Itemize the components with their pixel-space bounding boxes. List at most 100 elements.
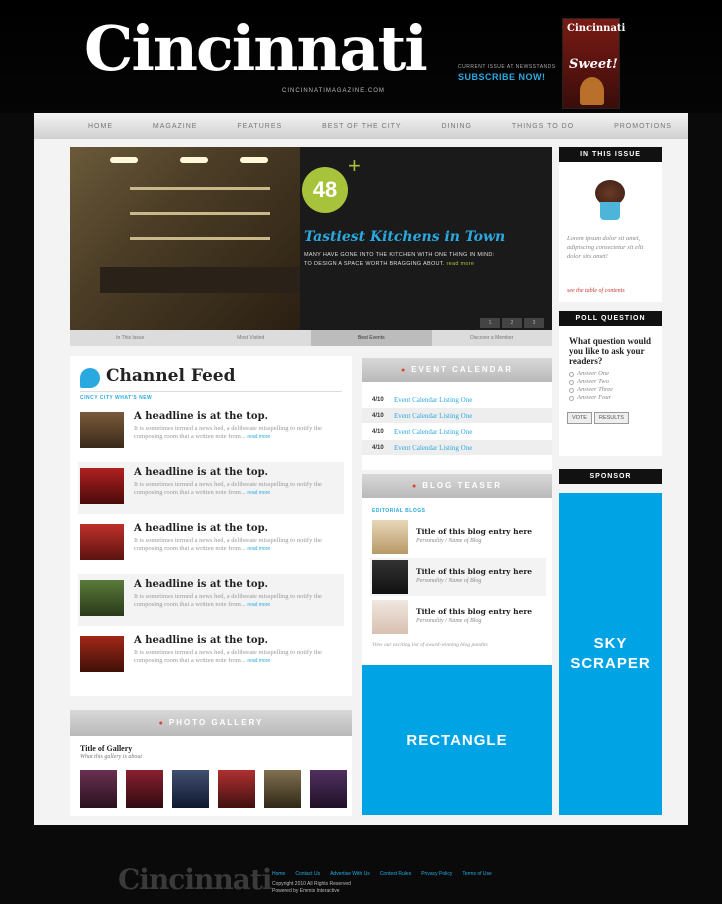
event-row[interactable]: 4/10 Event Calendar Listing One xyxy=(362,408,552,423)
event-link[interactable]: Event Calendar Listing One xyxy=(394,412,472,420)
nav-things-to-do[interactable]: THINGS TO DO xyxy=(512,123,574,130)
footer-link-home[interactable]: Home xyxy=(272,871,285,877)
poll-option[interactable]: Answer One xyxy=(569,370,613,378)
nav-home[interactable]: HOME xyxy=(88,123,113,130)
blog-footer-link[interactable]: View our exciting list of award-winning … xyxy=(372,642,488,648)
speech-bubble-icon xyxy=(80,368,100,388)
radio-icon[interactable] xyxy=(569,371,574,377)
feed-headline[interactable]: A headline is at the top. xyxy=(134,579,268,590)
nav-magazine[interactable]: MAGAZINE xyxy=(153,123,198,130)
feed-item[interactable]: A headline is at the top. It is sometime… xyxy=(78,574,344,626)
radio-icon[interactable] xyxy=(569,387,574,393)
footer-link-contact[interactable]: Contact Us xyxy=(295,871,320,877)
feed-headline[interactable]: A headline is at the top. xyxy=(134,635,268,646)
blog-item[interactable]: Title of this blog entry here Personalit… xyxy=(370,598,546,636)
hero-slideshow[interactable]: 48 + Tastiest Kitchens in Town MANY HAVE… xyxy=(70,147,552,330)
read-more-link[interactable]: read more xyxy=(247,658,270,664)
blog-title[interactable]: Title of this blog entry here xyxy=(416,527,532,536)
blog-subtitle[interactable]: EDITORIAL BLOGS xyxy=(372,508,425,514)
site-header: Cincinnati CINCINNATIMAGAZINE.COM CURREN… xyxy=(0,0,722,113)
rectangle-ad[interactable]: RECTANGLE xyxy=(362,665,552,815)
channel-feed-title: Channel Feed xyxy=(106,366,236,386)
event-link[interactable]: Event Calendar Listing One xyxy=(394,428,472,436)
in-this-issue-text: Lorem ipsum dolor sit amet, adipiscing c… xyxy=(567,235,644,260)
radio-icon[interactable] xyxy=(569,379,574,385)
event-link[interactable]: Event Calendar Listing One xyxy=(394,444,472,452)
blog-thumbnail[interactable] xyxy=(372,600,408,634)
footer-link-contest-rules[interactable]: Contest Rules xyxy=(380,871,411,877)
hero-tab-best-events[interactable]: Best Events xyxy=(311,330,432,346)
subscribe-link[interactable]: SUBSCRIBE NOW! xyxy=(458,72,546,82)
feed-thumbnail[interactable] xyxy=(80,468,124,504)
poll-option[interactable]: Answer Three xyxy=(569,386,613,394)
read-more-link[interactable]: read more xyxy=(247,490,270,496)
read-more-link[interactable]: read more xyxy=(247,602,270,608)
feed-item[interactable]: A headline is at the top. It is sometime… xyxy=(78,518,344,570)
channel-feed-subtitle[interactable]: CINCY CITY WHAT'S NEW xyxy=(80,395,152,401)
footer-link-advertise[interactable]: Advertise With Us xyxy=(330,871,370,877)
feed-item[interactable]: A headline is at the top. It is sometime… xyxy=(78,406,344,458)
nav-promotions[interactable]: PROMOTIONS xyxy=(614,123,672,130)
blog-thumbnail[interactable] xyxy=(372,560,408,594)
gallery-thumbnail[interactable] xyxy=(310,770,347,808)
event-row[interactable]: 4/10 Event Calendar Listing One xyxy=(362,424,552,439)
skyscraper-ad[interactable]: SKY SCRAPER xyxy=(559,493,662,815)
cover-headline: Sweet! xyxy=(569,57,618,72)
feed-headline[interactable]: A headline is at the top. xyxy=(134,467,268,478)
gallery-thumbnail[interactable] xyxy=(80,770,117,808)
gallery-thumbnail[interactable] xyxy=(172,770,209,808)
feed-thumbnail[interactable] xyxy=(80,580,124,616)
feed-item[interactable]: A headline is at the top. It is sometime… xyxy=(78,462,344,514)
footer-link-privacy[interactable]: Privacy Policy xyxy=(421,871,452,877)
hero-tab-most-visited[interactable]: Most Visited xyxy=(191,330,312,346)
site-url: CINCINNATIMAGAZINE.COM xyxy=(282,88,385,94)
hero-tab-discover-member[interactable]: Discover a Member xyxy=(432,330,553,346)
poll-option[interactable]: Answer Two xyxy=(569,378,613,386)
magazine-cover[interactable]: Cincinnati Sweet! xyxy=(562,18,625,109)
blog-item[interactable]: Title of this blog entry here Personalit… xyxy=(370,518,546,556)
gallery-title[interactable]: Title of Gallery xyxy=(80,744,132,753)
feed-headline[interactable]: A headline is at the top. xyxy=(134,523,268,534)
results-button[interactable]: RESULTS xyxy=(593,412,629,424)
nav-best-of-the-city[interactable]: BEST OF THE CITY xyxy=(322,123,402,130)
event-row[interactable]: 4/10 Event Calendar Listing One xyxy=(362,392,552,407)
skyscraper-label-2: SCRAPER xyxy=(570,655,651,672)
event-link[interactable]: Event Calendar Listing One xyxy=(394,396,472,404)
event-date: 4/10 xyxy=(372,444,384,451)
gallery-thumbnail[interactable] xyxy=(264,770,301,808)
vote-button[interactable]: VOTE xyxy=(567,412,592,424)
footer-logo[interactable]: Cincinnati xyxy=(118,863,272,896)
cupcake-icon[interactable] xyxy=(593,180,627,222)
read-more-link[interactable]: read more xyxy=(247,546,270,552)
hero-title[interactable]: Tastiest Kitchens in Town xyxy=(304,229,505,245)
hero-page-3[interactable]: 3 xyxy=(524,318,544,328)
read-more-link[interactable]: read more xyxy=(247,434,270,440)
hero-page-1[interactable]: 1 xyxy=(480,318,500,328)
poll-option[interactable]: Answer Four xyxy=(569,394,613,402)
hero-tab-in-this-issue[interactable]: In This Issue xyxy=(70,330,191,346)
feed-thumbnail[interactable] xyxy=(80,524,124,560)
blog-title[interactable]: Title of this blog entry here xyxy=(416,567,532,576)
site-logo[interactable]: Cincinnati xyxy=(84,14,428,84)
hero-read-more-link[interactable]: read more xyxy=(447,261,475,267)
feed-thumbnail[interactable] xyxy=(80,636,124,672)
hero-tabs: In This Issue Most Visited Best Events D… xyxy=(70,330,552,346)
nav-features[interactable]: FEATURES xyxy=(237,123,282,130)
feed-thumbnail[interactable] xyxy=(80,412,124,448)
cover-title: Cincinnati xyxy=(567,23,626,34)
table-of-contents-link[interactable]: see the table of contents xyxy=(567,288,625,294)
gallery-thumbnail[interactable] xyxy=(126,770,163,808)
radio-icon[interactable] xyxy=(569,395,574,401)
channel-feed: Channel Feed CINCY CITY WHAT'S NEW A hea… xyxy=(70,356,352,696)
hero-page-2[interactable]: 2 xyxy=(502,318,522,328)
feed-item[interactable]: A headline is at the top. It is sometime… xyxy=(78,630,344,682)
blog-item[interactable]: Title of this blog entry here Personalit… xyxy=(370,558,546,596)
gallery-thumbnail[interactable] xyxy=(218,770,255,808)
nav-dining[interactable]: DINING xyxy=(441,123,472,130)
blog-thumbnail[interactable] xyxy=(372,520,408,554)
feed-headline[interactable]: A headline is at the top. xyxy=(134,411,268,422)
footer-link-terms[interactable]: Terms of Use xyxy=(462,871,491,877)
event-row[interactable]: 4/10 Event Calendar Listing One xyxy=(362,440,552,455)
blog-title[interactable]: Title of this blog entry here xyxy=(416,607,532,616)
gallery-thumbnails xyxy=(80,770,347,808)
